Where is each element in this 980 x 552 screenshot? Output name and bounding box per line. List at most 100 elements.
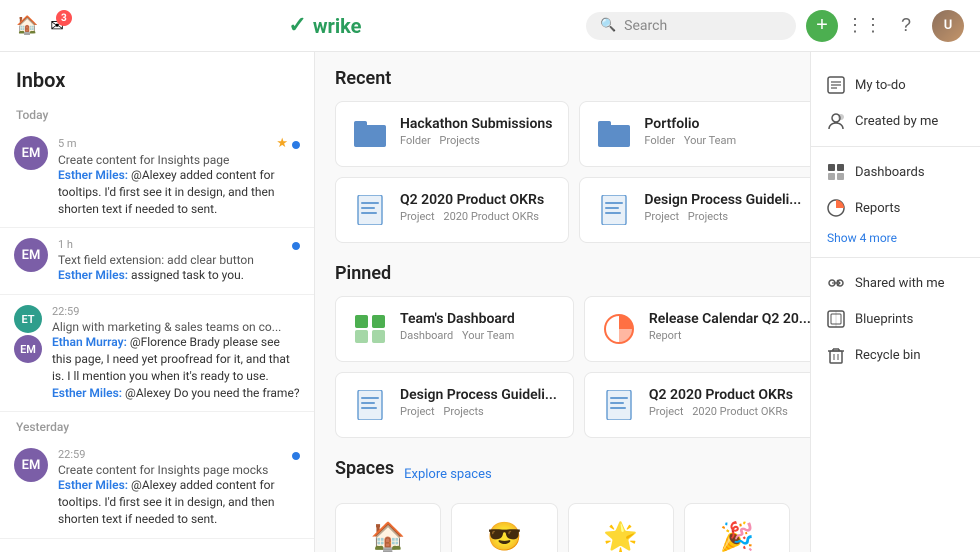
- card-tag: 2020 Product OKRs: [443, 210, 539, 223]
- pinned-card[interactable]: Team's Dashboard Dashboard Your Team: [335, 296, 574, 362]
- inbox-item[interactable]: EM 5 m ★ Create content for Insights pag…: [0, 126, 314, 228]
- card-tag: Your Team: [684, 134, 736, 147]
- pinned-card[interactable]: Release Calendar Q2 20... Report: [584, 296, 810, 362]
- card-tag: Projects: [688, 210, 728, 223]
- pinned-grid: Team's Dashboard Dashboard Your Team: [335, 296, 790, 438]
- space-card-office[interactable]: 🎉 Office: [684, 503, 790, 552]
- right-sidebar: My to-do Created by me Dashboards Report…: [810, 52, 980, 552]
- todo-icon: [827, 76, 845, 94]
- inbox-item-body: Esther Miles: assigned task to you.: [58, 267, 300, 284]
- sidebar-item-label: Blueprints: [855, 312, 913, 327]
- spaces-grid: 🏠 Personal 😎 Your Team 🌟 Product Desi...…: [335, 503, 790, 552]
- doc-icon: [601, 387, 637, 423]
- doc-icon: [596, 192, 632, 228]
- inbox-title: Inbox: [0, 52, 314, 100]
- space-card-personal[interactable]: 🏠 Personal: [335, 503, 441, 552]
- avatar: EM: [14, 238, 48, 272]
- add-button[interactable]: +: [806, 10, 838, 42]
- sidebar-item-recycle-bin[interactable]: Recycle bin: [811, 338, 980, 372]
- space-emoji: 🌟: [603, 520, 638, 552]
- grid-button[interactable]: ⋮⋮: [848, 10, 880, 42]
- recycle-bin-icon: [827, 346, 845, 364]
- user-avatar[interactable]: U: [932, 10, 964, 42]
- inbox-item-body: Esther Miles: @Alexey added content for …: [58, 167, 300, 217]
- inbox-item-title: Create content for Insights page mocks: [58, 463, 300, 477]
- home-icon[interactable]: 🏠: [16, 15, 38, 36]
- inbox-item-header: 1 h: [58, 238, 300, 251]
- inbox-panel: Inbox Today EM 5 m ★ Create content for …: [0, 52, 315, 552]
- sidebar-item-shared[interactable]: Shared with me: [811, 266, 980, 300]
- star-icon: ★: [276, 136, 288, 151]
- shared-icon: [827, 274, 845, 292]
- space-emoji: 😎: [487, 520, 522, 552]
- inbox-item-header: 5 m ★: [58, 136, 300, 151]
- inbox-item-content: 22:59 Create content for Insights page m…: [58, 448, 300, 527]
- recent-title: Recent: [335, 68, 790, 89]
- logo: ✓ wrike: [288, 13, 361, 38]
- sidebar-item-created-by-me[interactable]: Created by me: [811, 104, 980, 138]
- card-type: Project: [400, 405, 435, 418]
- search-bar[interactable]: 🔍 Search: [586, 12, 796, 40]
- space-card-your-team[interactable]: 😎 Your Team: [451, 503, 557, 552]
- recent-card[interactable]: Q2 2020 Product OKRs Project 2020 Produc…: [335, 177, 569, 243]
- right-divider-2: [811, 257, 980, 258]
- sidebar-item-dashboards[interactable]: Dashboards: [811, 155, 980, 189]
- header-center: ✓ wrike: [288, 13, 361, 38]
- inbox-item[interactable]: EM 22:59 Create content for Insights pag…: [0, 438, 314, 538]
- card-tag: 2020 Product OKRs: [692, 405, 788, 418]
- recent-grid: Hackathon Submissions Folder Projects Po…: [335, 101, 790, 243]
- inbox-time: 5 m: [58, 137, 77, 150]
- card-title: Q2 2020 Product OKRs: [400, 192, 552, 208]
- recent-card[interactable]: Design Process Guideli... Project Projec…: [579, 177, 810, 243]
- logo-text: wrike: [313, 14, 362, 38]
- card-title: Hackathon Submissions: [400, 116, 552, 132]
- help-button[interactable]: ?: [890, 10, 922, 42]
- sidebar-item-my-todo[interactable]: My to-do: [811, 68, 980, 102]
- card-type: Folder: [400, 134, 431, 147]
- inbox-item-content: 1 h Text field extension: add clear butt…: [58, 238, 300, 284]
- card-info: Design Process Guideli... Project Projec…: [400, 387, 557, 418]
- spaces-title: Spaces: [335, 458, 394, 479]
- recent-card[interactable]: Hackathon Submissions Folder Projects: [335, 101, 569, 167]
- card-info: Hackathon Submissions Folder Projects: [400, 116, 552, 147]
- recent-card[interactable]: Portfolio Folder Your Team: [579, 101, 810, 167]
- pinned-card[interactable]: Q2 2020 Product OKRs Project 2020 Produc…: [584, 372, 810, 438]
- spaces-header: Spaces Explore spaces: [335, 458, 790, 491]
- card-title: Team's Dashboard: [400, 311, 557, 327]
- inbox-item-header: 22:59: [58, 448, 300, 461]
- sidebar-item-label: Recycle bin: [855, 348, 921, 363]
- search-placeholder: Search: [624, 18, 667, 34]
- avatar: EM: [14, 448, 48, 482]
- inbox-time: 1 h: [58, 238, 73, 251]
- logo-check-icon: ✓: [288, 13, 306, 38]
- card-title: Release Calendar Q2 20...: [649, 311, 810, 327]
- header-right: 🔍 Search + ⋮⋮ ? U: [586, 10, 964, 42]
- card-meta: Report: [649, 329, 810, 342]
- sidebar-item-reports[interactable]: Reports: [811, 191, 980, 225]
- space-emoji: 🏠: [371, 520, 406, 552]
- blueprints-icon: [827, 310, 845, 328]
- unread-dot: [292, 452, 300, 460]
- right-divider: [811, 146, 980, 147]
- inbox-item-title: Align with marketing & sales teams on co…: [52, 320, 300, 334]
- inbox-item[interactable]: EM 1 h Text field extension: add clear b…: [0, 228, 314, 295]
- card-info: Q2 2020 Product OKRs Project 2020 Produc…: [400, 192, 552, 223]
- created-by-me-icon: [827, 112, 845, 130]
- card-meta: Project 2020 Product OKRs: [649, 405, 810, 418]
- space-card-product-design[interactable]: 🌟 Product Desi...: [568, 503, 674, 552]
- card-tag: Projects: [439, 134, 479, 147]
- card-info: Design Process Guideli... Project Projec…: [644, 192, 801, 223]
- card-meta: Dashboard Your Team: [400, 329, 557, 342]
- folder-icon: [352, 116, 388, 152]
- card-tag: Your Team: [462, 329, 514, 342]
- explore-spaces-link[interactable]: Explore spaces: [404, 467, 492, 482]
- inbox-icon[interactable]: ✉ 3: [50, 16, 63, 35]
- sidebar-item-blueprints[interactable]: Blueprints: [811, 302, 980, 336]
- card-title: Q2 2020 Product OKRs: [649, 387, 810, 403]
- card-info: Q2 2020 Product OKRs Project 2020 Produc…: [649, 387, 810, 418]
- space-emoji: 🎉: [719, 520, 754, 552]
- inbox-item-body: Esther Miles: @Alexey added content for …: [58, 477, 300, 527]
- inbox-item[interactable]: ET EM 22:59 Align with marketing & sales…: [0, 295, 314, 412]
- show-more-right[interactable]: Show 4 more: [811, 227, 980, 249]
- pinned-card[interactable]: Design Process Guideli... Project Projec…: [335, 372, 574, 438]
